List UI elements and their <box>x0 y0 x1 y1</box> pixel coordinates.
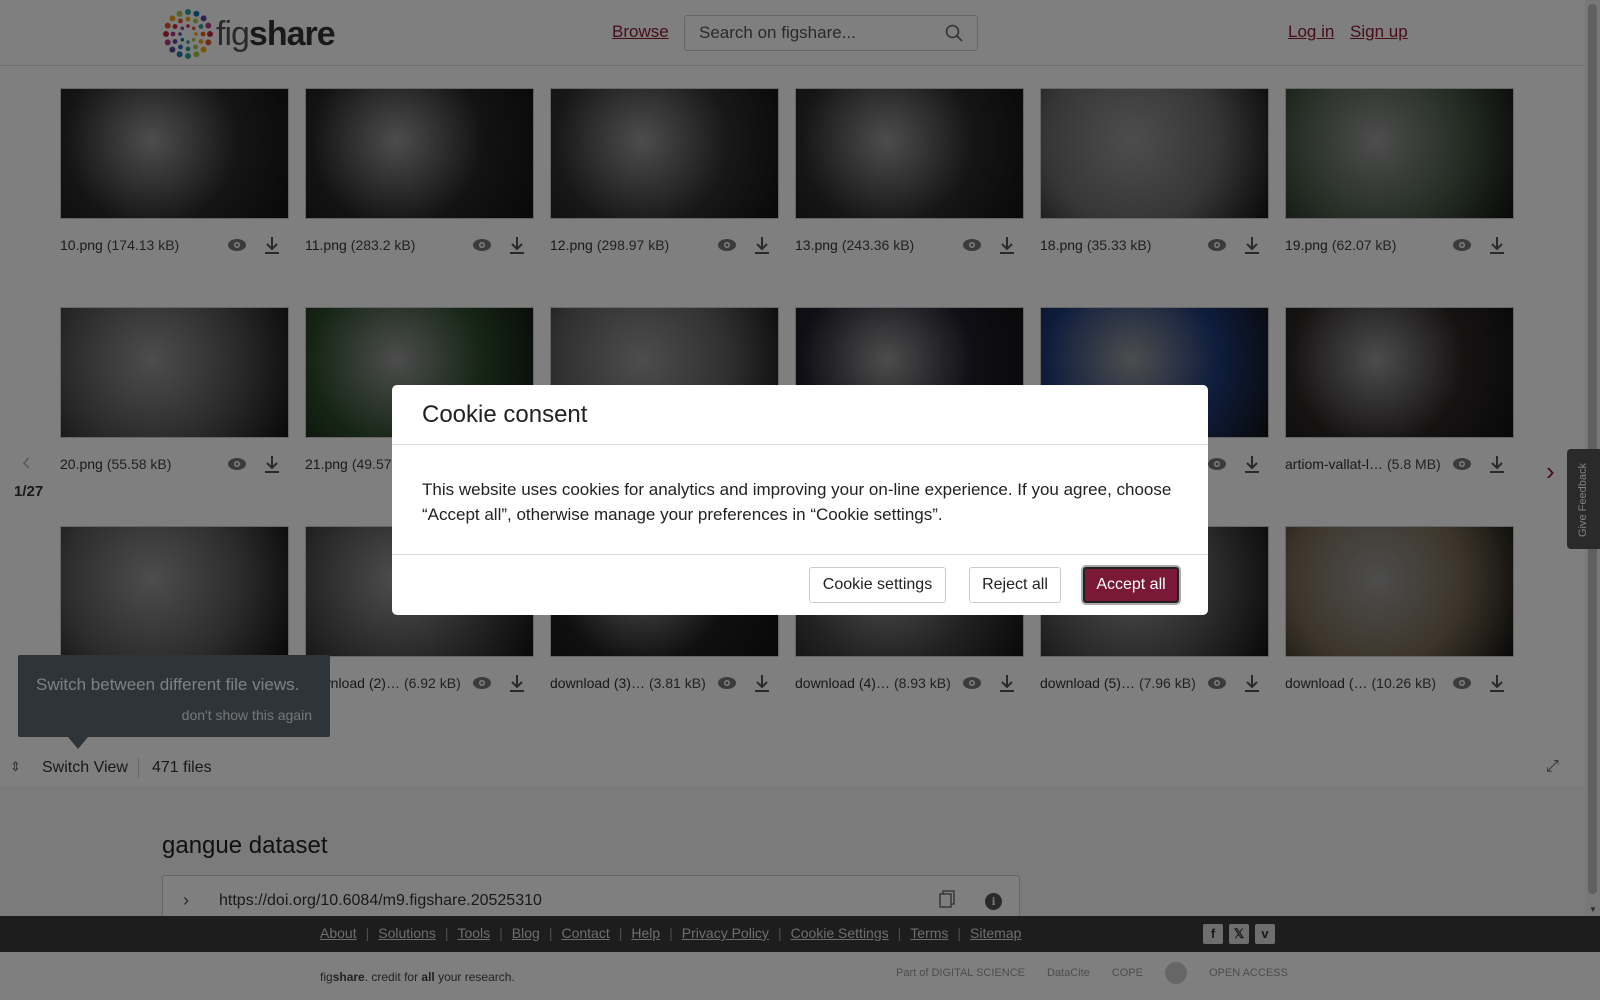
cookie-dialog-footer: Cookie settings Reject all Accept all <box>392 555 1208 615</box>
accept-all-button[interactable]: Accept all <box>1083 567 1179 603</box>
reject-all-button[interactable]: Reject all <box>969 567 1061 603</box>
cookie-dialog-body: This website uses cookies for analytics … <box>392 445 1208 555</box>
cookie-settings-button[interactable]: Cookie settings <box>809 567 946 603</box>
cookie-consent-dialog: Cookie consent This website uses cookies… <box>392 385 1208 615</box>
cookie-dialog-title: Cookie consent <box>392 385 1208 445</box>
